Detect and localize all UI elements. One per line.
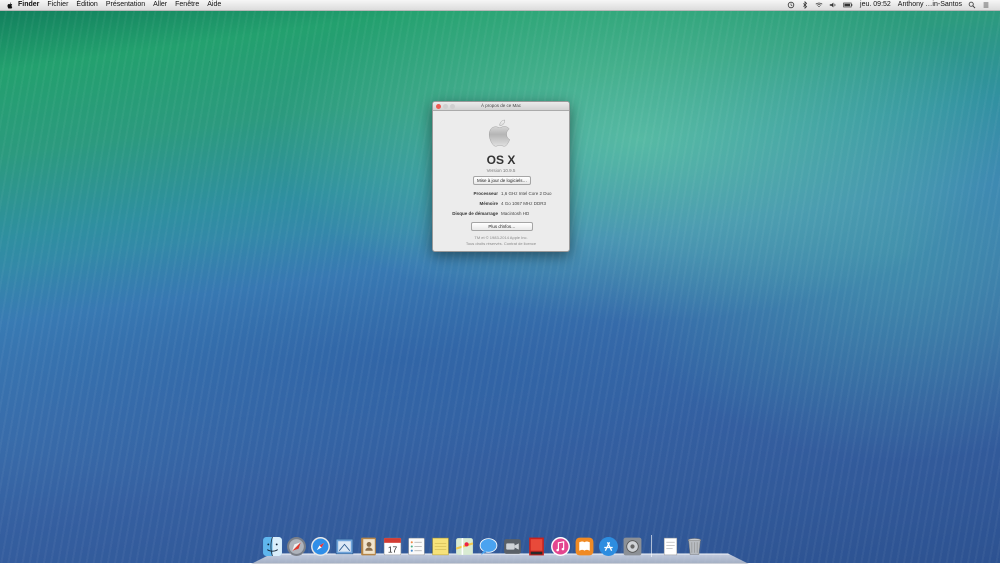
spec-label: Mémoire (479, 201, 498, 206)
contacts-icon[interactable] (358, 536, 379, 557)
menu-edition[interactable]: Édition (76, 0, 97, 10)
notification-center-icon[interactable] (982, 1, 990, 9)
license-text[interactable]: Tous droits réservés. Contrat de licence (433, 241, 569, 246)
battery-icon[interactable] (843, 1, 853, 9)
spec-value: 4 Go 1067 MHz DDR3 (501, 201, 547, 206)
calendar-day: 17 (388, 544, 398, 554)
messages-icon[interactable] (478, 536, 499, 557)
bluetooth-icon[interactable] (801, 1, 809, 9)
menu-presentation[interactable]: Présentation (106, 0, 145, 10)
photo-booth-icon[interactable] (526, 536, 547, 557)
apple-menu-icon[interactable] (7, 1, 13, 9)
spec-value: Macintosh HD (501, 211, 530, 216)
menu-aller[interactable]: Aller (153, 0, 167, 10)
time-machine-icon[interactable] (787, 1, 795, 9)
desktop-wallpaper (0, 0, 1000, 563)
notes-icon[interactable] (430, 536, 451, 557)
ibooks-icon[interactable] (574, 536, 595, 557)
menu-finder[interactable]: Finder (18, 0, 39, 10)
os-name: OS X (486, 153, 516, 167)
menu-fichier[interactable]: Fichier (47, 0, 68, 10)
dock: 17 (262, 531, 708, 557)
window-title: À propos de ce Mac (480, 103, 522, 108)
about-this-mac-window: À propos de ce Mac OS X Version 10.9.5 M… (432, 101, 570, 252)
finder-icon[interactable] (262, 536, 283, 557)
os-version: Version 10.9.5 (486, 168, 516, 173)
status-area: jeu. 09:52 Anthony …in-Santos (781, 0, 990, 10)
documents-icon[interactable] (660, 536, 681, 557)
volume-icon[interactable] (829, 1, 837, 9)
system-preferences-icon[interactable] (622, 536, 643, 557)
calendar-icon[interactable]: 17 (382, 536, 403, 557)
user-menu[interactable]: Anthony …in-Santos (898, 0, 962, 10)
menu-bar: Finder Fichier Édition Présentation Alle… (0, 0, 1000, 11)
dock-separator (651, 535, 652, 557)
menu-fenetre[interactable]: Fenêtre (175, 0, 199, 10)
spotlight-search-icon[interactable] (968, 1, 976, 9)
app-store-icon[interactable] (598, 536, 619, 557)
menu-aide[interactable]: Aide (207, 0, 221, 10)
clock[interactable]: jeu. 09:52 (860, 0, 891, 10)
spec-value: 1,6 GHz Intel Core 2 Duo (501, 191, 552, 196)
facetime-icon[interactable] (502, 536, 523, 557)
spec-label: Disque de démarrage (452, 211, 498, 216)
more-info-button[interactable]: Plus d'infos… (471, 222, 533, 231)
maps-icon[interactable] (454, 536, 475, 557)
spec-label: Processeur (473, 191, 498, 196)
wifi-icon[interactable] (815, 1, 823, 9)
window-titlebar[interactable]: À propos de ce Mac (433, 102, 569, 111)
trash-icon[interactable] (684, 536, 705, 557)
copyright-text: TM et © 1983-2014 Apple Inc. (474, 235, 528, 240)
launchpad-icon[interactable] (286, 536, 307, 557)
safari-icon[interactable] (310, 536, 331, 557)
apple-logo-icon (489, 119, 510, 147)
itunes-icon[interactable] (550, 536, 571, 557)
reminders-icon[interactable] (406, 536, 427, 557)
mail-icon[interactable] (334, 536, 355, 557)
software-update-button[interactable]: Mise à jour de logiciels… (473, 176, 531, 185)
